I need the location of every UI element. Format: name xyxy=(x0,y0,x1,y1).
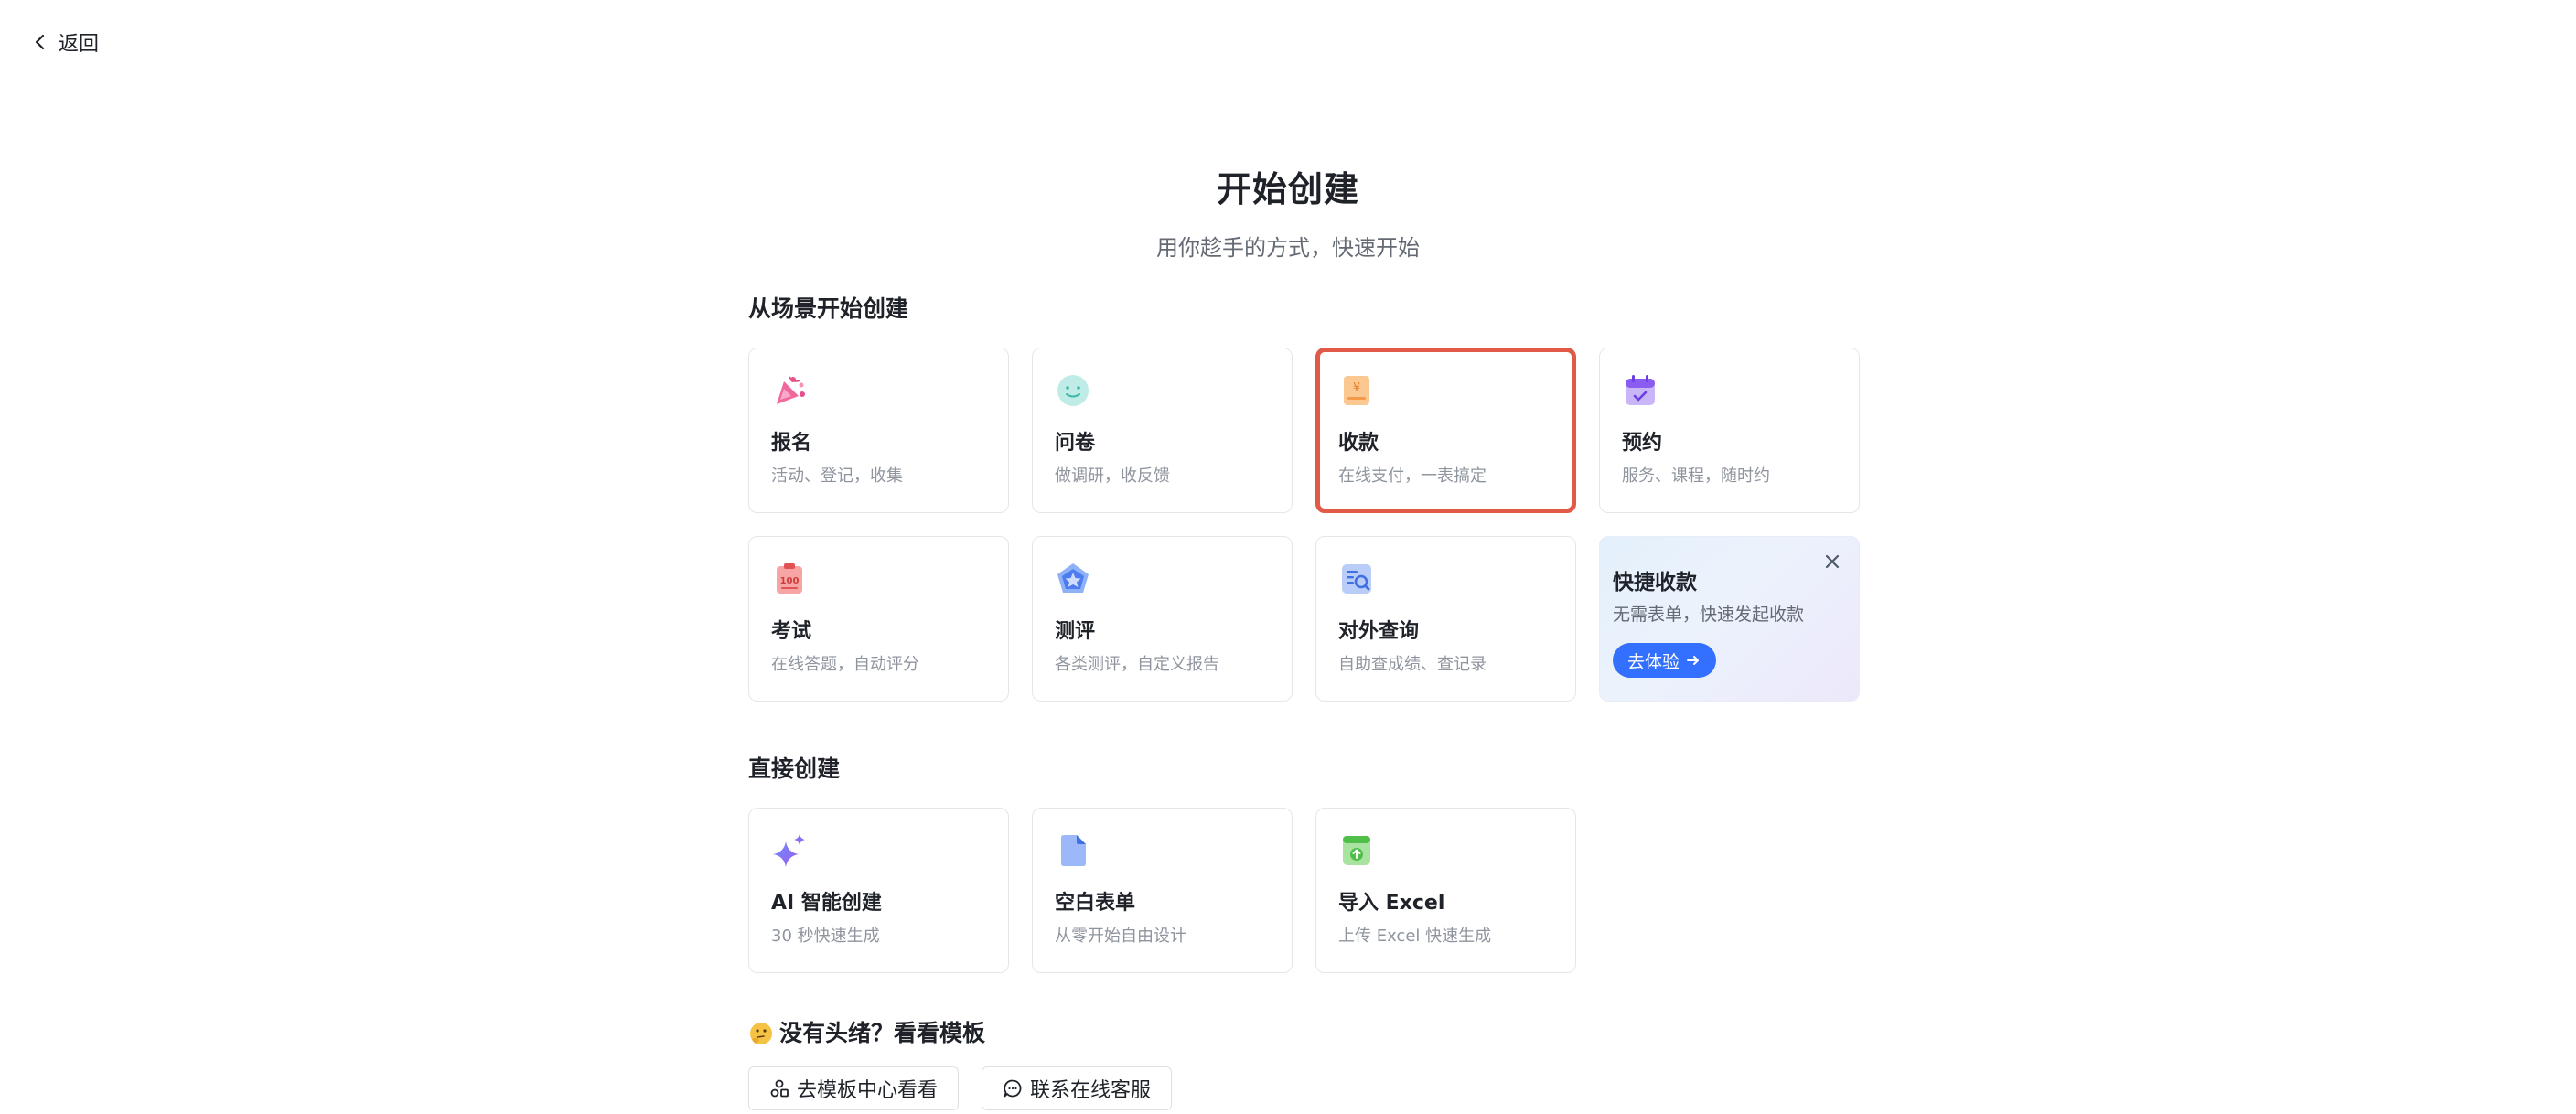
card-title: 测评 xyxy=(1055,620,1096,643)
card-title: 收款 xyxy=(1338,432,1379,455)
pentagon-star-icon xyxy=(1057,563,1089,593)
arrow-right-icon xyxy=(1687,656,1700,665)
customer-service-label: 联系在线客服 xyxy=(1030,1079,1152,1102)
search-document-icon xyxy=(1342,564,1371,594)
template-center-button[interactable]: 去模板中心看看 xyxy=(748,1066,960,1110)
scenario-card-survey[interactable]: 问卷 做调研，收反馈 xyxy=(1032,348,1293,513)
card-desc: 做调研，收反馈 xyxy=(1055,466,1170,486)
card-desc: 上传 Excel 快速生成 xyxy=(1338,927,1492,946)
promo-title: 快捷收款 xyxy=(1613,571,1697,594)
template-links: 去模板中心看看 联系在线客服 xyxy=(748,1066,1861,1110)
card-desc: 30 秒快速生成 xyxy=(771,927,880,946)
direct-grid: AI 智能创建 30 秒快速生成 空白表单 从零开始自由设计 导入 Excel … xyxy=(748,808,1861,973)
card-title: 导入 Excel xyxy=(1338,892,1445,915)
direct-section-title: 直接创建 xyxy=(748,755,841,782)
ai-sparkle-icon xyxy=(773,834,805,867)
page-header: 开始创建 用你趁手的方式，快速开始 xyxy=(0,161,2576,262)
scenario-card-query[interactable]: 对外查询 自助查成绩、查记录 xyxy=(1315,536,1576,702)
scenario-card-exam[interactable]: 100 考试 在线答题，自动评分 xyxy=(748,536,1009,702)
card-desc: 各类测评，自定义报告 xyxy=(1055,655,1219,674)
blank-document-icon xyxy=(1061,835,1086,866)
card-desc: 自助查成绩、查记录 xyxy=(1338,655,1487,674)
direct-card-blank[interactable]: 空白表单 从零开始自由设计 xyxy=(1032,808,1293,973)
chevron-left-icon xyxy=(35,34,45,50)
card-desc: 活动、登记，收集 xyxy=(771,466,903,486)
card-desc: 在线答题，自动评分 xyxy=(771,655,919,674)
card-title: 报名 xyxy=(771,432,812,455)
customer-service-button[interactable]: 联系在线客服 xyxy=(982,1066,1173,1110)
card-title: 问卷 xyxy=(1055,432,1096,455)
card-title: 考试 xyxy=(771,620,812,643)
thinking-face-icon xyxy=(750,1023,772,1044)
exam-score-icon: 100 xyxy=(777,563,802,594)
card-desc: 在线支付，一表搞定 xyxy=(1338,466,1487,486)
direct-card-ai[interactable]: AI 智能创建 30 秒快速生成 xyxy=(748,808,1009,973)
excel-upload-icon xyxy=(1343,836,1370,865)
svg-text:¥: ¥ xyxy=(1353,381,1360,395)
scenario-card-assessment[interactable]: 测评 各类测评，自定义报告 xyxy=(1032,536,1293,702)
card-title: AI 智能创建 xyxy=(771,892,882,915)
smiley-face-icon xyxy=(1057,375,1089,406)
back-button[interactable]: 返回 xyxy=(29,27,99,57)
scenario-card-payment[interactable]: ¥ 收款 在线支付，一表搞定 xyxy=(1315,348,1576,513)
page-title: 开始创建 xyxy=(1216,169,1359,209)
yuan-receipt-icon: ¥ xyxy=(1344,376,1369,405)
close-icon[interactable] xyxy=(1822,552,1842,572)
card-title: 对外查询 xyxy=(1338,620,1420,643)
card-title: 空白表单 xyxy=(1055,892,1136,915)
back-label: 返回 xyxy=(59,33,100,56)
promo-desc: 无需表单，快速发起收款 xyxy=(1613,605,1805,625)
main-content: 从场景开始创建 报名 活动、登记，收集 问卷 做调研，收反馈 ¥ 收款 在线支付… xyxy=(748,293,1861,1110)
quick-payment-promo: 快捷收款 无需表单，快速发起收款 去体验 xyxy=(1599,536,1860,702)
page-subtitle: 用你趁手的方式，快速开始 xyxy=(1156,235,1420,261)
scenario-section-title: 从场景开始创建 xyxy=(748,295,909,322)
scenario-grid: 报名 活动、登记，收集 问卷 做调研，收反馈 ¥ 收款 在线支付，一表搞定 预约… xyxy=(748,348,1861,702)
scenario-card-booking[interactable]: 预约 服务、课程，随时约 xyxy=(1599,348,1860,513)
shapes-icon xyxy=(770,1079,789,1098)
try-it-label: 去体验 xyxy=(1627,651,1680,672)
chat-bubble-icon xyxy=(1004,1079,1022,1098)
card-desc: 服务、课程，随时约 xyxy=(1622,466,1770,486)
card-desc: 从零开始自由设计 xyxy=(1055,927,1186,946)
scenario-card-signup[interactable]: 报名 活动、登记，收集 xyxy=(748,348,1009,513)
template-section-title: 没有头绪？看看模板 xyxy=(779,1020,986,1046)
party-popper-icon xyxy=(777,376,805,404)
try-it-button[interactable]: 去体验 xyxy=(1613,643,1717,678)
template-section-heading: 没有头绪？看看模板 xyxy=(748,1017,1861,1050)
card-title: 预约 xyxy=(1622,432,1663,455)
svg-text:100: 100 xyxy=(780,576,800,586)
calendar-check-icon xyxy=(1626,375,1655,405)
direct-card-excel[interactable]: 导入 Excel 上传 Excel 快速生成 xyxy=(1315,808,1576,973)
template-center-label: 去模板中心看看 xyxy=(797,1079,939,1102)
